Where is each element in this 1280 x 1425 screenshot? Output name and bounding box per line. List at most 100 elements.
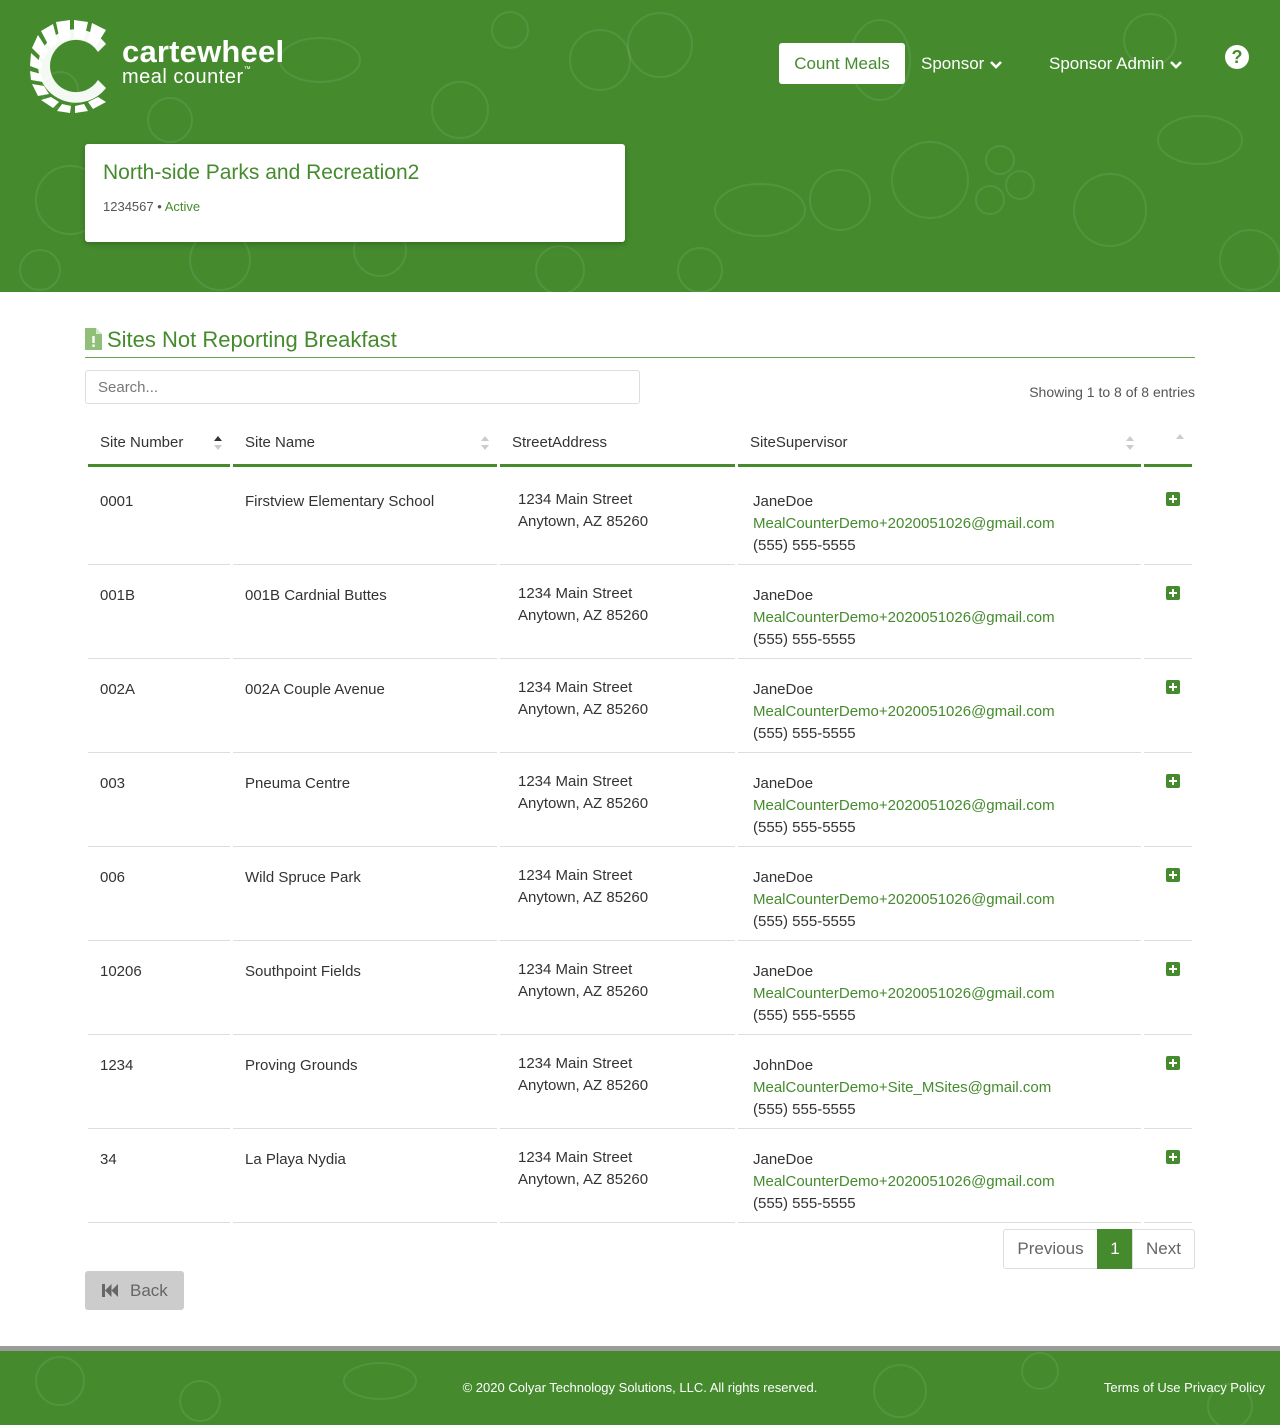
street-line: 1234 Main Street — [518, 491, 633, 508]
site-name: Pneuma Centre — [245, 775, 351, 792]
site-number-cell: 0001 — [88, 471, 230, 565]
street-address: 1234 Main Street Anytown, AZ 85260 — [518, 489, 648, 533]
supervisor-name: JohnDoe — [753, 1057, 814, 1074]
search-input[interactable] — [85, 370, 640, 404]
site-name: La Playa Nydia — [245, 1151, 346, 1168]
actions-cell — [1144, 1035, 1192, 1129]
site-number: 002A — [100, 681, 136, 698]
org-number: 1234567 — [103, 199, 154, 214]
site-supervisor: JaneDoe MealCounterDemo+2020051026@gmail.… — [753, 961, 1055, 1027]
sort-icon — [481, 436, 489, 450]
site-supervisor: JohnDoe MealCounterDemo+Site_MSites@gmail… — [753, 1055, 1051, 1121]
city-line: Anytown, AZ 85260 — [518, 983, 649, 1000]
sort-asc-icon — [214, 436, 222, 450]
count-meals-button[interactable]: Count Meals — [779, 43, 905, 84]
site-supervisor: JaneDoe MealCounterDemo+2020051026@gmail.… — [753, 679, 1055, 745]
table-row: 34 La Playa Nydia 1234 Main Street Anytown,… — [0, 1129, 1280, 1223]
street-line: 1234 Main Street — [518, 773, 633, 790]
site-supervisor: JaneDoe MealCounterDemo+2020051026@gmail.… — [753, 1149, 1055, 1215]
supervisor-name: JaneDoe — [753, 493, 814, 510]
site-name-cell: 001B Cardnial Buttes — [233, 565, 497, 659]
site-number: 001B — [100, 587, 136, 604]
street-address-cell: 1234 Main Street Anytown, AZ 85260 — [500, 847, 735, 941]
column-header-site-name[interactable]: Site Name — [233, 418, 497, 467]
column-header-site-supervisor[interactable]: SiteSupervisor — [738, 418, 1141, 467]
street-address: 1234 Main Street Anytown, AZ 85260 — [518, 771, 648, 815]
table-row: 002A 002A Couple Avenue 1234 Main Street An… — [0, 659, 1280, 753]
street-line: 1234 Main Street — [518, 1055, 633, 1072]
plus-square-icon[interactable] — [1166, 1056, 1180, 1070]
street-address-cell: 1234 Main Street Anytown, AZ 85260 — [500, 1129, 735, 1223]
city-line: Anytown, AZ 85260 — [518, 1171, 649, 1188]
plus-square-icon[interactable] — [1166, 492, 1180, 506]
page-1-button[interactable]: 1 — [1097, 1229, 1133, 1269]
supervisor-email-link[interactable]: MealCounterDemo+2020051026@gmail.com — [753, 889, 1055, 911]
column-label: Site Number — [100, 434, 184, 451]
street-address-cell: 1234 Main Street Anytown, AZ 85260 — [500, 753, 735, 847]
actions-cell — [1144, 753, 1192, 847]
site-name-cell: La Playa Nydia — [233, 1129, 497, 1223]
supervisor-email-link[interactable]: MealCounterDemo+2020051026@gmail.com — [753, 795, 1055, 817]
site-number: 34 — [100, 1151, 117, 1168]
header: cartewheel meal counter™ Count Meals Spo… — [0, 0, 1280, 292]
supervisor-email-link[interactable]: MealCounterDemo+Site_MSites@gmail.com — [753, 1077, 1051, 1099]
entries-info: Showing 1 to 8 of 8 entries — [1029, 384, 1195, 400]
previous-page-button[interactable]: Previous — [1003, 1229, 1098, 1269]
chevron-down-icon — [1170, 60, 1183, 69]
section-title: Sites Not Reporting Breakfast — [107, 327, 397, 352]
column-label: Site Name — [245, 434, 316, 451]
privacy-policy-link[interactable]: Privacy Policy — [1184, 1380, 1265, 1395]
table-row: 10206 Southpoint Fields 1234 Main Street An… — [0, 941, 1280, 1035]
supervisor-phone: (555) 555-5555 — [753, 1007, 856, 1024]
org-status: Active — [164, 199, 201, 214]
plus-square-icon[interactable] — [1166, 962, 1180, 976]
plus-square-icon[interactable] — [1166, 774, 1180, 788]
supervisor-email-link[interactable]: MealCounterDemo+2020051026@gmail.com — [753, 1171, 1055, 1193]
site-number-cell: 10206 — [88, 941, 230, 1035]
org-card: North-side Parks and Recreation2 1234567… — [85, 144, 625, 242]
question-circle-icon[interactable]: ? — [1225, 45, 1249, 69]
chevron-down-icon — [990, 60, 1003, 69]
footer-links: Terms of Use Privacy Policy — [1104, 1380, 1265, 1395]
top-nav: Count Meals Sponsor Sponsor Admin ? — [0, 43, 1280, 84]
street-address-cell: 1234 Main Street Anytown, AZ 85260 — [500, 565, 735, 659]
column-label: StreetAddress — [512, 434, 608, 451]
table-row: 001B 001B Cardnial Buttes 1234 Main Street… — [0, 565, 1280, 659]
footer: © 2020 Colyar Technology Solutions, LLC.… — [0, 1351, 1280, 1425]
street-address-cell: 1234 Main Street Anytown, AZ 85260 — [500, 941, 735, 1035]
sponsor-dropdown[interactable]: Sponsor — [921, 43, 1003, 84]
site-number-cell: 006 — [88, 847, 230, 941]
street-address: 1234 Main Street Anytown, AZ 85260 — [518, 1053, 648, 1097]
plus-square-icon[interactable] — [1166, 680, 1180, 694]
supervisor-email-link[interactable]: MealCounterDemo+2020051026@gmail.com — [753, 607, 1055, 629]
plus-square-icon[interactable] — [1166, 868, 1180, 882]
site-supervisor-cell: JaneDoe MealCounterDemo+2020051026@gmail.… — [738, 941, 1141, 1035]
street-line: 1234 Main Street — [518, 867, 633, 884]
site-name-cell: 002A Couple Avenue — [233, 659, 497, 753]
org-meta: 1234567 • Active — [103, 199, 200, 214]
section-header: Sites Not Reporting Breakfast — [85, 326, 1195, 358]
supervisor-phone: (555) 555-5555 — [753, 1101, 856, 1118]
supervisor-name: JaneDoe — [753, 681, 814, 698]
site-number: 10206 — [100, 963, 142, 980]
next-page-button[interactable]: Next — [1132, 1229, 1195, 1269]
supervisor-email-link[interactable]: MealCounterDemo+2020051026@gmail.com — [753, 513, 1055, 535]
column-header-actions[interactable] — [1144, 418, 1192, 467]
table-row: 006 Wild Spruce Park 1234 Main Street Anyto… — [0, 847, 1280, 941]
site-name: Proving Grounds — [245, 1057, 358, 1074]
plus-square-icon[interactable] — [1166, 586, 1180, 600]
back-button[interactable]: Back — [85, 1271, 184, 1310]
supervisor-email-link[interactable]: MealCounterDemo+2020051026@gmail.com — [753, 701, 1055, 723]
site-name-cell: Wild Spruce Park — [233, 847, 497, 941]
street-address-cell: 1234 Main Street Anytown, AZ 85260 — [500, 659, 735, 753]
column-header-site-number[interactable]: Site Number — [88, 418, 230, 467]
supervisor-email-link[interactable]: MealCounterDemo+2020051026@gmail.com — [753, 983, 1055, 1005]
site-number-cell: 003 — [88, 753, 230, 847]
sponsor-admin-dropdown[interactable]: Sponsor Admin — [1049, 43, 1183, 84]
site-supervisor-cell: JaneDoe MealCounterDemo+2020051026@gmail.… — [738, 659, 1141, 753]
site-name: 001B Cardnial Buttes — [245, 587, 387, 604]
plus-square-icon[interactable] — [1166, 1150, 1180, 1164]
street-address: 1234 Main Street Anytown, AZ 85260 — [518, 583, 648, 627]
supervisor-phone: (555) 555-5555 — [753, 725, 856, 742]
terms-of-use-link[interactable]: Terms of Use — [1104, 1380, 1181, 1395]
